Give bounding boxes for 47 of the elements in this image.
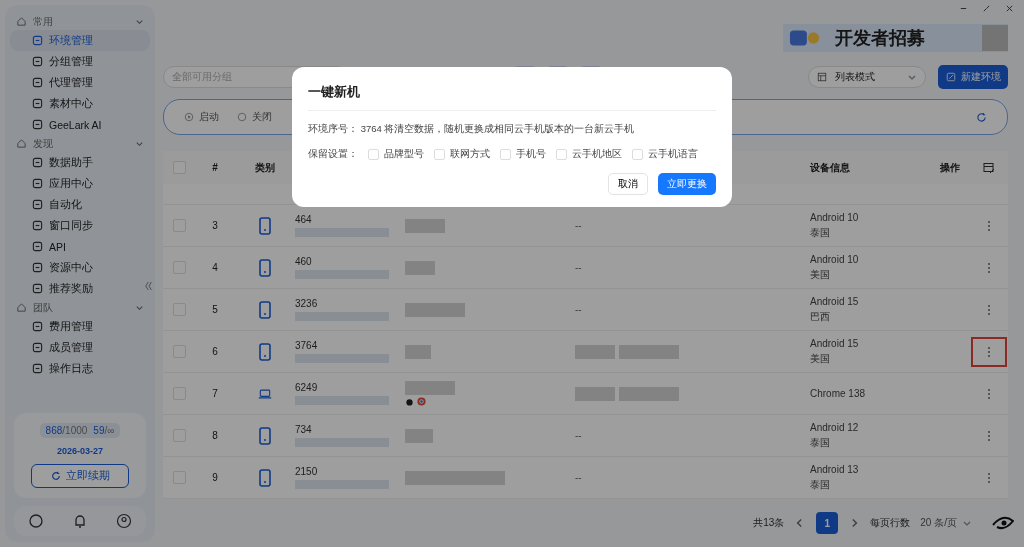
environment-serial: 464 bbox=[295, 214, 313, 225]
environment-serial: 2150 bbox=[295, 466, 319, 477]
column-header: 设备信息 bbox=[810, 160, 851, 175]
region-text: 泰国 bbox=[810, 225, 831, 240]
column-header: 操作 bbox=[939, 160, 961, 175]
row-number: 8 bbox=[211, 430, 219, 441]
env-quota: 868/1000 bbox=[45, 425, 88, 436]
section-label: 发现 bbox=[33, 136, 54, 151]
dialog-message: 环境序号： 3764 将清空数据，随机更换成相同云手机版本的一台新云手机 bbox=[308, 123, 636, 136]
system-version: Android 10 bbox=[810, 253, 860, 265]
system-version: Chrome 138 bbox=[810, 388, 867, 399]
total-count: 共13条 bbox=[753, 516, 785, 530]
section-label: 团队 bbox=[33, 300, 54, 315]
proxy-text: -- bbox=[575, 430, 582, 441]
environment-serial: 3236 bbox=[295, 298, 319, 309]
keep-settings-label: 保留设置： bbox=[308, 148, 358, 161]
environment-serial: 460 bbox=[295, 256, 313, 267]
row-number: 7 bbox=[211, 388, 219, 399]
system-version: Android 15 bbox=[810, 295, 860, 307]
system-version: Android 12 bbox=[810, 421, 860, 433]
row-number: 3 bbox=[211, 220, 219, 231]
column-header: 类别 bbox=[254, 160, 276, 175]
proxy-text: -- bbox=[575, 262, 582, 273]
expiry-date: 2026-03-27 bbox=[56, 446, 103, 456]
environment-serial: 6249 bbox=[295, 382, 319, 393]
dialog-title: 一键新机 bbox=[308, 79, 716, 111]
row-number: 4 bbox=[211, 262, 219, 273]
region-text: 巴西 bbox=[810, 309, 831, 324]
system-version: Android 15 bbox=[810, 337, 860, 349]
proxy-text: -- bbox=[575, 304, 582, 315]
rows-per-page-label: 每页行数 bbox=[870, 516, 911, 530]
region-text: 美国 bbox=[810, 351, 831, 366]
system-version: Android 13 bbox=[810, 463, 860, 475]
row-number: 6 bbox=[211, 346, 219, 357]
section-label: 常用 bbox=[33, 14, 54, 29]
region-text: 泰国 bbox=[810, 477, 831, 492]
row-number: 5 bbox=[211, 304, 219, 315]
proxy-text: -- bbox=[575, 220, 582, 231]
system-version: Android 10 bbox=[810, 211, 860, 223]
member-quota: 59/∞ bbox=[93, 425, 115, 436]
column-header: # bbox=[211, 162, 219, 173]
region-text: 泰国 bbox=[810, 435, 831, 450]
environment-serial: 734 bbox=[295, 424, 313, 435]
proxy-text: -- bbox=[575, 472, 582, 483]
region-text: 美国 bbox=[810, 267, 831, 282]
row-number: 9 bbox=[211, 472, 219, 483]
environment-serial: 3764 bbox=[295, 340, 319, 351]
